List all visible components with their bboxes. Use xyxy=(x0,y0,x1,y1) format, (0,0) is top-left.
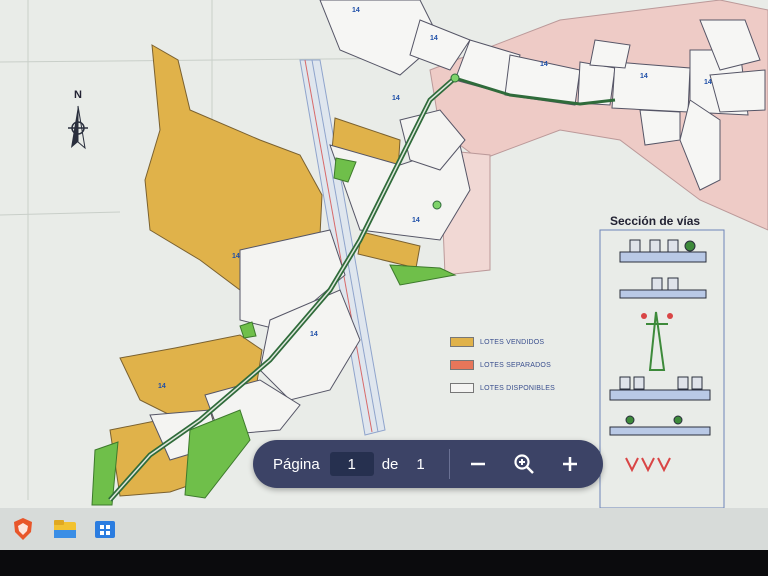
page-label: Página xyxy=(273,455,320,473)
page-number-input[interactable] xyxy=(329,452,374,476)
legend-item-available: LOTES DISPONIBLES xyxy=(450,382,590,394)
lot-number: 14 xyxy=(158,383,166,390)
lot-number: 14 xyxy=(392,95,400,102)
legend-swatch xyxy=(450,337,474,347)
lot-number: 14 xyxy=(310,331,318,338)
toolbar-divider xyxy=(448,449,450,479)
legend-label: LOTES DISPONIBLES xyxy=(480,384,555,392)
lot-number: 14 xyxy=(640,73,648,80)
legend-label: LOTES SEPARADOS xyxy=(480,361,551,369)
lot-number: 14 xyxy=(412,217,420,224)
lot-number: 14 xyxy=(704,79,712,86)
total-pages: 1 xyxy=(416,455,425,473)
legend-swatch xyxy=(450,360,474,370)
lot-number: 14 xyxy=(232,253,240,260)
plus-icon xyxy=(562,457,577,471)
zoom-out-button[interactable] xyxy=(460,446,496,482)
lot-number: 14 xyxy=(430,35,438,42)
minus-icon xyxy=(470,462,485,466)
magnifier-plus-icon xyxy=(514,454,534,474)
taskbar xyxy=(0,508,768,550)
file-explorer-icon[interactable] xyxy=(52,516,78,542)
zoom-in-button[interactable] xyxy=(552,446,588,482)
north-arrow xyxy=(68,105,88,150)
legend-item-separated: LOTES SEPARADOS xyxy=(450,359,590,371)
brave-browser-icon[interactable] xyxy=(10,516,36,542)
zoom-fit-button[interactable] xyxy=(506,446,542,482)
legend: LOTES VENDIDOS LOTES SEPARADOS LOTES DIS… xyxy=(450,336,590,405)
screen-bezel xyxy=(0,550,768,576)
north-label: N xyxy=(74,89,82,101)
legend-item-sold: LOTES VENDIDOS xyxy=(450,336,590,348)
road-sections-panel: Sección de vías xyxy=(598,212,728,512)
legend-swatch xyxy=(450,383,474,393)
sections-title: Sección de vías xyxy=(610,214,701,228)
legend-label: LOTES VENDIDOS xyxy=(480,338,545,346)
screen: 14 14 14 14 14 14 14 14 14 14 N LOTES VE… xyxy=(0,0,768,520)
pdf-page-toolbar: Página de 1 xyxy=(253,440,603,488)
lot-number: 14 xyxy=(352,7,360,14)
lot-number: 14 xyxy=(540,61,548,68)
road-section-drawings xyxy=(599,229,725,509)
windows-store-icon[interactable] xyxy=(92,516,118,542)
of-label: de xyxy=(381,455,399,473)
